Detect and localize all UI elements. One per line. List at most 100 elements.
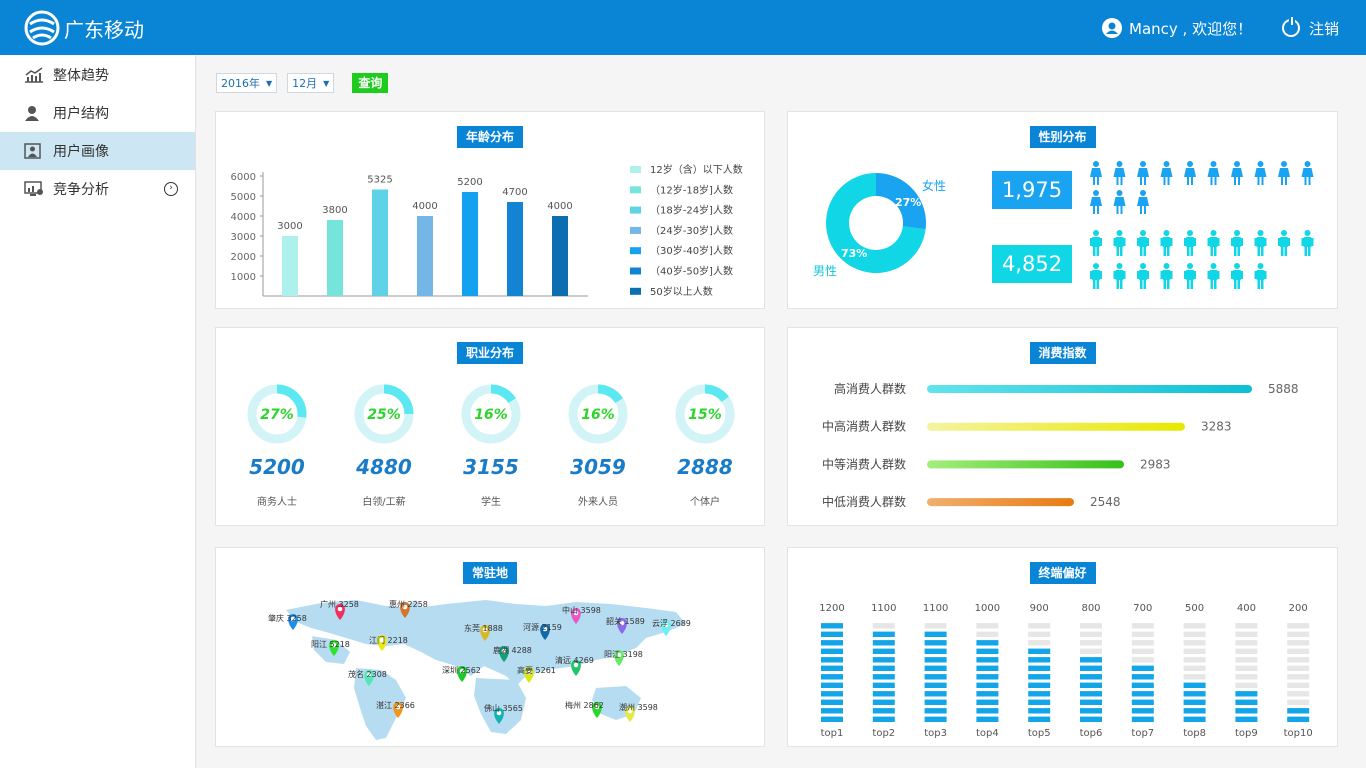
- female-pct: 27%: [895, 196, 921, 209]
- terminal-segment: [821, 682, 843, 688]
- portrait-icon: [24, 143, 41, 159]
- terminal-value: 1000: [975, 603, 1000, 614]
- user-avatar-icon: [1102, 18, 1122, 38]
- consume-label: 中高消费人群数: [822, 419, 906, 434]
- terminal-segment: [872, 665, 895, 671]
- terminal-segment: [1287, 674, 1310, 680]
- terminal-segment: [1183, 708, 1206, 714]
- month-select[interactable]: 12月 ▼: [287, 73, 335, 93]
- terminal-segment: [1183, 682, 1206, 688]
- terminal-segment: [1235, 699, 1258, 705]
- male-person-icon: [1137, 263, 1149, 289]
- terminal-segment: [1287, 640, 1310, 646]
- terminal-segment: [976, 640, 999, 646]
- job-name: 学生: [481, 495, 501, 508]
- chevron-right-icon[interactable]: ›: [164, 182, 178, 196]
- terminal-segment: [1028, 623, 1051, 629]
- terminal-segment: [1028, 631, 1051, 637]
- location-label: 高要 5261: [517, 665, 556, 675]
- y-tick-label: 4000: [231, 212, 256, 223]
- sidebar-item-user-structure[interactable]: 用户结构: [0, 94, 195, 132]
- male-person-icon: [1254, 230, 1267, 256]
- terminal-segment: [872, 716, 895, 722]
- terminal-segment: [821, 716, 843, 722]
- terminal-segment: [976, 699, 999, 705]
- query-button[interactable]: 查询: [352, 73, 389, 93]
- terminal-segment: [1235, 631, 1258, 637]
- terminal-label: top7: [1131, 728, 1154, 739]
- male-person-icon: [1113, 263, 1126, 289]
- consume-bar: [927, 385, 1252, 393]
- male-person-icon: [1231, 230, 1243, 256]
- terminal-label: top3: [924, 728, 947, 739]
- consume-bar: [927, 460, 1124, 469]
- location-label: 阳江 3198: [604, 650, 643, 659]
- terminal-segment: [924, 657, 947, 663]
- terminal-segment: [1080, 640, 1102, 646]
- terminal-segment: [976, 657, 999, 663]
- location-label: 鹿湖 4288: [493, 645, 532, 655]
- job-count: 3155: [463, 455, 519, 479]
- gauge-pct: 16%: [581, 407, 615, 423]
- terminal-segment: [976, 674, 999, 680]
- terminal-segment: [1028, 665, 1051, 671]
- legend-swatch: [630, 267, 641, 275]
- terminal-panel: 终端偏好 1200 top1 1100 top2 1100 top3 1000 top4 900…: [787, 547, 1338, 747]
- terminal-segment: [821, 674, 843, 680]
- gauge-pct: 27%: [260, 407, 294, 423]
- terminal-segment: [976, 716, 999, 722]
- consume-value: 3283: [1201, 420, 1232, 434]
- terminal-value: 200: [1289, 603, 1308, 614]
- male-person-icon: [1137, 230, 1149, 256]
- terminal-label: top6: [1080, 728, 1103, 739]
- male-person-icon: [1160, 263, 1173, 289]
- female-person-icon: [1160, 161, 1173, 185]
- male-pct: 73%: [841, 247, 867, 260]
- terminal-segment: [1131, 631, 1154, 637]
- age-bar: [552, 216, 568, 296]
- location-label: 湛江 2366: [376, 701, 415, 710]
- age-bar-label: 4000: [412, 201, 437, 212]
- male-person-icon: [1090, 230, 1102, 256]
- terminal-value: 700: [1133, 603, 1152, 614]
- sidebar-item-user-portrait[interactable]: 用户画像: [0, 132, 195, 170]
- terminal-segment: [1183, 665, 1206, 671]
- age-bar-label: 5325: [367, 175, 392, 186]
- location-label: 河源 2159: [523, 622, 562, 632]
- terminal-segment: [1028, 699, 1051, 705]
- terminal-segment: [1235, 648, 1258, 654]
- terminal-segment: [872, 640, 895, 646]
- terminal-segment: [1131, 657, 1154, 663]
- female-person-icon: [1184, 161, 1196, 185]
- year-select[interactable]: 2016年 ▼: [216, 73, 278, 93]
- terminal-segment: [821, 665, 843, 671]
- location-label: 阳江 5218: [311, 640, 350, 649]
- consume-bar: [927, 498, 1074, 507]
- terminal-segment: [1080, 708, 1102, 714]
- location-label: 潮州 3598: [619, 702, 658, 712]
- user-greeting[interactable]: Mancy , 欢迎您！: [1102, 16, 1252, 40]
- job-count: 3059: [570, 455, 626, 479]
- job-count: 5200: [249, 455, 305, 479]
- terminal-segment: [1183, 623, 1206, 629]
- y-tick-label: 1000: [231, 272, 256, 283]
- terminal-segment: [872, 691, 895, 697]
- terminal-segment: [1080, 682, 1102, 688]
- terminal-segment: [821, 691, 843, 697]
- job-name: 个体户: [690, 495, 720, 508]
- terminal-segment: [1235, 657, 1258, 663]
- month-select-value: 12月: [292, 77, 318, 90]
- male-person-icon: [1184, 230, 1196, 256]
- logout-button[interactable]: 注销: [1282, 16, 1339, 40]
- terminal-value: 400: [1237, 603, 1256, 614]
- sidebar-item-trend[interactable]: 整体趋势: [0, 56, 195, 94]
- job-count: 4880: [355, 455, 412, 479]
- terminal-segment: [1131, 648, 1154, 654]
- terminal-label: top5: [1028, 728, 1051, 739]
- sidebar-item-competition[interactable]: 竞争分析 ›: [0, 170, 195, 208]
- terminal-label: top1: [821, 728, 844, 739]
- consume-label: 中低消费人群数: [822, 494, 906, 509]
- terminal-segment: [1287, 623, 1310, 629]
- brand-title: 广东移动: [64, 18, 144, 42]
- location-label: 佛山 3565: [484, 703, 523, 713]
